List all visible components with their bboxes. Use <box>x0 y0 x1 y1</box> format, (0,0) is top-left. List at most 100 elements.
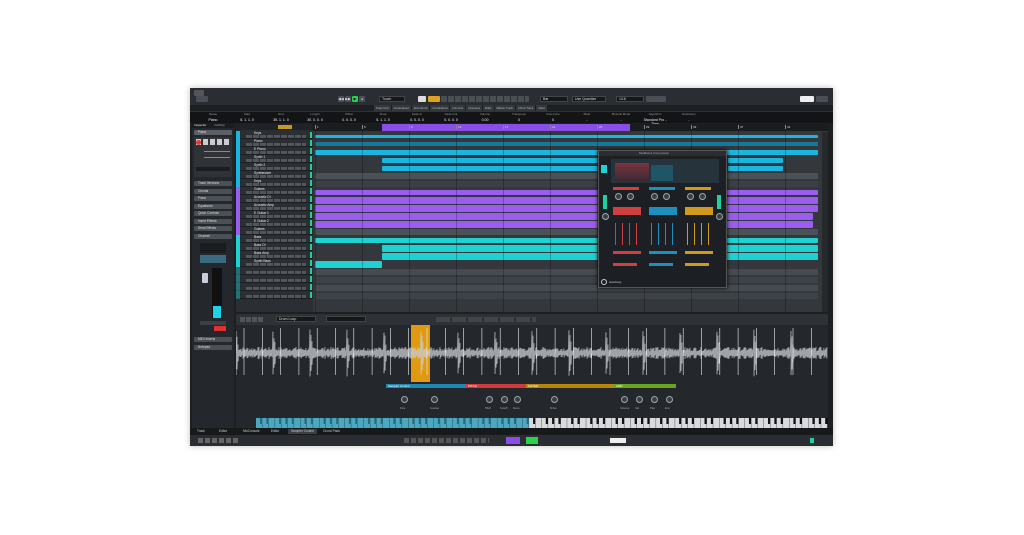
track-row[interactable]: E Guitar 2 <box>236 219 313 227</box>
white-key[interactable] <box>447 418 453 428</box>
tab-mixconsole[interactable]: MixConsole <box>240 429 263 434</box>
mute-solo-buttons[interactable] <box>196 139 230 145</box>
track-row[interactable] <box>236 267 313 275</box>
tab-visibility[interactable]: Visibility <box>214 123 225 127</box>
inspector-section[interactable]: Chords <box>194 189 232 194</box>
track-buttons[interactable] <box>246 207 306 210</box>
band-threshold-knob[interactable] <box>615 193 622 200</box>
white-key[interactable] <box>516 418 522 428</box>
white-key[interactable] <box>694 418 700 428</box>
input-gain-knob[interactable] <box>602 213 609 220</box>
info-value[interactable]: 5. 1. 1. 0 <box>232 118 262 122</box>
channel-settings[interactable] <box>200 255 226 263</box>
band-ratio-knob[interactable] <box>627 193 634 200</box>
info-field-volume[interactable]: Volume0.00 <box>470 112 500 122</box>
event[interactable] <box>315 150 818 155</box>
info-field-fade-out[interactable]: Fade-Out0. 0. 0. 0 <box>436 112 466 122</box>
track-row[interactable]: Synthesizer <box>236 171 313 179</box>
record-enable-button[interactable] <box>196 140 201 145</box>
track-row[interactable] <box>236 283 313 291</box>
band-threshold-knob[interactable] <box>687 193 694 200</box>
track-row[interactable]: Synth 1 <box>236 155 313 163</box>
info-field-musical-mode[interactable]: Musical Mode- <box>606 112 636 122</box>
inspector-section[interactable]: Insert Effects <box>194 219 232 224</box>
event[interactable] <box>728 166 783 171</box>
white-key[interactable] <box>402 418 408 428</box>
inspector-section[interactable]: Piano <box>194 196 232 201</box>
band-slider[interactable] <box>694 223 695 245</box>
inspector-section[interactable]: Channel <box>194 234 232 239</box>
track-buttons[interactable] <box>246 231 306 234</box>
info-value[interactable]: 35. 1. 1. 0 <box>266 118 296 122</box>
event[interactable] <box>315 142 818 146</box>
band-header[interactable] <box>613 187 639 190</box>
track-row[interactable]: Bass <box>236 235 313 243</box>
pan-slider[interactable] <box>204 157 230 158</box>
inspector-section-midi-inserts[interactable]: MIDI Inserts <box>194 337 232 342</box>
info-value[interactable]: 0. 0. 0. 0 <box>334 118 364 122</box>
info-value[interactable]: 0 <box>538 118 568 122</box>
volume-fader-handle[interactable] <box>202 273 208 283</box>
info-value[interactable]: - <box>606 118 636 122</box>
track-buttons[interactable] <box>246 271 306 274</box>
white-key[interactable] <box>535 418 541 428</box>
white-key[interactable] <box>313 418 319 428</box>
knob-reso[interactable] <box>514 396 521 403</box>
event[interactable] <box>315 293 818 299</box>
info-value[interactable]: - <box>572 118 602 122</box>
waveform-display[interactable] <box>236 325 828 382</box>
tab-track[interactable]: Track <box>194 429 208 434</box>
record-button[interactable]: ● <box>359 96 365 102</box>
info-field-name[interactable]: NamePiano <box>198 112 228 122</box>
band-header[interactable] <box>649 187 675 190</box>
vertical-scrollbar[interactable] <box>822 132 828 312</box>
forward-button[interactable]: ▶▶ <box>345 96 351 102</box>
tab-editor[interactable]: Editor <box>268 429 282 434</box>
info-field-extension[interactable]: Extension- <box>674 112 704 122</box>
knob-env[interactable] <box>666 396 673 403</box>
band-slider[interactable] <box>701 223 702 245</box>
track-row[interactable]: Bass DI <box>236 243 313 251</box>
white-key[interactable] <box>383 418 389 428</box>
band-ratio-knob[interactable] <box>663 193 670 200</box>
track-buttons[interactable] <box>246 287 306 290</box>
event[interactable] <box>315 238 818 243</box>
white-key[interactable] <box>358 418 364 428</box>
info-value[interactable]: 30. 0. 0. 0 <box>300 118 330 122</box>
cycle-button[interactable] <box>506 437 520 444</box>
tab-chord-pads[interactable]: Chord Pads <box>320 429 343 434</box>
event[interactable] <box>315 181 818 187</box>
white-key[interactable] <box>739 418 745 428</box>
event[interactable] <box>315 269 818 275</box>
track-row[interactable]: Keys <box>236 131 313 139</box>
event[interactable] <box>315 229 818 235</box>
event[interactable] <box>315 190 818 195</box>
track-row[interactable]: E Piano <box>236 147 313 155</box>
knob-coarse[interactable] <box>431 396 438 403</box>
snap-toggle[interactable] <box>418 96 426 102</box>
info-field-offset[interactable]: Offset0. 0. 0. 0 <box>334 112 364 122</box>
white-key[interactable] <box>294 418 300 428</box>
info-field-length[interactable]: Length30. 0. 0. 0 <box>300 112 330 122</box>
white-key[interactable] <box>561 418 567 428</box>
inspector-section[interactable]: Equalizers <box>194 204 232 209</box>
track-row[interactable]: Piano <box>236 139 313 147</box>
zone-buttons[interactable] <box>646 96 666 102</box>
event[interactable] <box>315 135 818 138</box>
white-key[interactable] <box>783 418 789 428</box>
track-row[interactable]: Synth Bass <box>236 259 313 267</box>
track-row[interactable] <box>236 275 313 283</box>
event[interactable] <box>382 158 603 163</box>
white-key[interactable] <box>339 418 345 428</box>
track-row[interactable]: Bass Amp <box>236 251 313 259</box>
knob-pan[interactable] <box>651 396 658 403</box>
info-value[interactable]: 0.00 <box>470 118 500 122</box>
event[interactable] <box>315 285 818 291</box>
window-layout-buttons[interactable] <box>816 96 828 102</box>
rewind-button[interactable]: ◀◀ <box>338 96 344 102</box>
band-slider[interactable] <box>672 223 673 245</box>
transport-play-button[interactable] <box>526 437 538 444</box>
track-buttons[interactable] <box>246 279 306 282</box>
track-row[interactable]: Acoustic Amp <box>236 203 313 211</box>
track-buttons[interactable] <box>246 247 306 250</box>
